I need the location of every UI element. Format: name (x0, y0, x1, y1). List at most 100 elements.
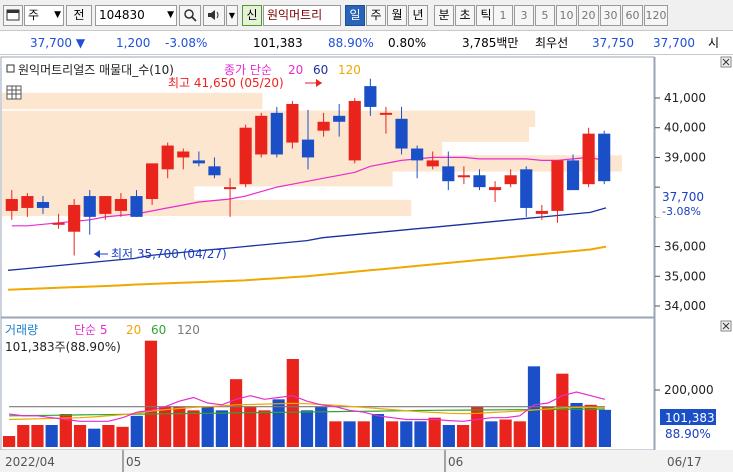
current-price: 37,700 ▼ (30, 31, 85, 55)
volume-legend-value: 101,383주(88.90%) (5, 340, 121, 354)
speaker-icon (208, 10, 219, 20)
minute-step-3[interactable]: 10 (556, 5, 577, 26)
sound-dropdown[interactable]: ▼ (226, 5, 238, 26)
price-panel-close-icon[interactable] (720, 56, 732, 68)
sound-button[interactable] (203, 5, 225, 26)
volume-ratio: 88.90% (328, 36, 374, 50)
volume-bar (144, 340, 158, 447)
stock-chart[interactable]: 34,000 35,000 36,000 39,000 40,000 41,000 200,… (0, 55, 733, 472)
x-axis-label: 06 (448, 455, 463, 469)
candle-body (270, 112, 283, 155)
chevron-down-icon: ▼ (167, 10, 174, 20)
legend-ma60: 60 (313, 63, 328, 77)
volume-bar (442, 425, 455, 447)
current-price-tag-value: 37,700 (662, 190, 704, 204)
minute-step-1[interactable]: 3 (514, 5, 534, 26)
volume-bar (584, 404, 597, 447)
volume-bar (456, 425, 470, 447)
minute-step-5[interactable]: 30 (600, 5, 621, 26)
period-tab-1[interactable]: 주 (366, 5, 386, 26)
high-annotation: 최고 41,650 (05/20) (168, 76, 284, 90)
candle-body (36, 202, 50, 208)
mode-button[interactable]: 전 (66, 5, 92, 26)
candle-body (52, 222, 65, 225)
volume-bar (343, 421, 356, 447)
current-price-value: 37,700 (30, 36, 72, 50)
period-tab-4[interactable]: 분 (434, 5, 454, 26)
minute-step-2[interactable]: 5 (535, 5, 555, 26)
volume-bar (73, 425, 87, 447)
volume-profile-band (2, 199, 412, 217)
minute-step-7[interactable]: 120 (644, 5, 668, 26)
low-annotation: 최저 35,700 (04/27) (111, 247, 227, 261)
candle-body (582, 133, 595, 185)
x-axis-bar (0, 450, 733, 472)
volume-bar (371, 414, 385, 447)
new-badge: 신 (242, 5, 262, 26)
candle-body (457, 175, 470, 178)
period-tab-5[interactable]: 초 (455, 5, 475, 26)
trade-volume: 101,383 (253, 36, 303, 50)
turnover-pct: 0.80% (388, 36, 427, 50)
code-input[interactable]: 104830 ▼ (95, 5, 177, 26)
candle-body (192, 160, 205, 164)
volume-bar (386, 421, 399, 447)
period-tab-2[interactable]: 월 (387, 5, 407, 26)
minute-step-6[interactable]: 60 (622, 5, 643, 26)
price-y-tick-label: 40,000 (664, 121, 706, 135)
volume-bar (542, 406, 555, 447)
volume-y-tick-label: 200,000 (664, 383, 714, 397)
candle-body (348, 100, 361, 161)
volume-legend-name: 거래량 (5, 323, 38, 337)
type-select[interactable]: 주 ▼ (24, 5, 64, 26)
candle-body (520, 169, 533, 208)
candle-body (208, 166, 221, 176)
candle-body (488, 187, 502, 191)
volume-bar (513, 421, 526, 447)
candle-body (21, 196, 34, 208)
candle-body (130, 196, 143, 217)
candle-body (551, 160, 564, 211)
candle-body (473, 175, 486, 188)
x-axis-label: 06/17 (667, 455, 702, 469)
search-button[interactable] (179, 5, 201, 26)
volume-bar (315, 406, 328, 447)
current-price-tag-pct: -3.08% (662, 205, 701, 218)
last-label: 시 (708, 36, 720, 50)
volume-current-value: 101,383 (665, 411, 715, 425)
candle-body (535, 210, 548, 214)
volume-bar (400, 421, 413, 447)
legend-ma20: 20 (288, 63, 303, 77)
volume-panel-close-icon[interactable] (720, 320, 732, 332)
candle-body (223, 187, 237, 190)
window-icon (6, 9, 20, 21)
period-tab-3[interactable]: 년 (408, 5, 428, 26)
candle-body (239, 127, 252, 185)
down-arrow-icon: ▼ (75, 36, 86, 50)
price-y-tick-label: 36,000 (664, 240, 706, 254)
window-icon[interactable] (3, 5, 23, 26)
grid-toggle-icon[interactable] (6, 85, 22, 100)
legend-ma120: 120 (338, 63, 361, 77)
volume-profile-band (2, 92, 263, 110)
volume-profile-band (2, 110, 536, 127)
candle-body (177, 151, 190, 158)
period-tab-0[interactable]: 일 (345, 5, 365, 26)
x-axis-label: 2022/04 (5, 455, 55, 469)
volume-bar (2, 436, 16, 447)
candle-body (333, 115, 346, 122)
volume-bar (598, 409, 612, 447)
volume-bar (428, 417, 441, 447)
volume-bar (215, 410, 228, 447)
minute-step-0[interactable]: 1 (493, 5, 513, 26)
candle-body (99, 196, 112, 214)
candle-body (68, 204, 81, 232)
price-y-tick-label: 34,000 (664, 299, 706, 313)
volume-bar (17, 425, 30, 447)
price-y-tick-label: 41,000 (664, 91, 706, 105)
minute-step-4[interactable]: 20 (578, 5, 599, 26)
volume-bar (258, 410, 271, 447)
vol-legend-ma60: 60 (151, 323, 166, 337)
price-y-tick-label: 39,000 (664, 150, 706, 164)
candle-body (255, 115, 268, 155)
